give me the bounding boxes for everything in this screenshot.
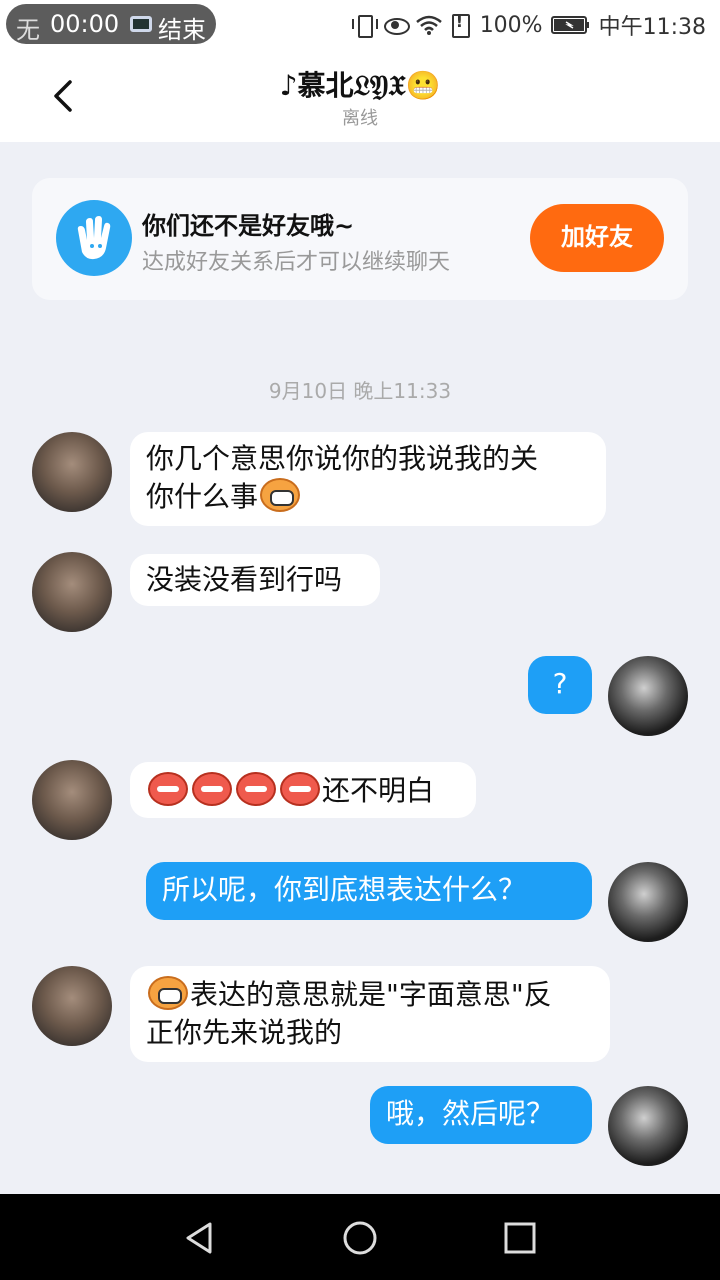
contact-status: 离线 xyxy=(342,108,378,129)
message-line: 你什么事 xyxy=(146,478,590,516)
vibrate-icon xyxy=(351,14,378,38)
system-nav-bar xyxy=(0,1194,720,1280)
message-bubble[interactable]: 你几个意思你说你的我说我的关 你什么事 xyxy=(130,432,606,526)
message-bubble[interactable]: 还不明白 xyxy=(130,762,476,818)
my-avatar[interactable] xyxy=(608,862,688,942)
message-text: 没装没看到行吗 xyxy=(146,563,343,596)
recorder-ghost-text: 无 xyxy=(16,16,40,44)
message-text: 所以呢，你到底想表达什么？ xyxy=(162,873,527,906)
battery-percent: 100% xyxy=(479,12,543,38)
recorder-end-button[interactable]: 结束 xyxy=(158,10,206,45)
recorder-stop-icon[interactable] xyxy=(130,16,152,32)
angry-emoji-icon xyxy=(148,772,188,806)
message-line: 表达的意思就是"字面意思"反 xyxy=(146,976,594,1014)
message-text: ? xyxy=(552,667,568,700)
contact-avatar[interactable] xyxy=(32,432,112,512)
circle-home-icon[interactable] xyxy=(340,1218,380,1258)
angry-emoji-icon xyxy=(192,772,232,806)
contact-avatar[interactable] xyxy=(32,966,112,1046)
angry-emoji-icon xyxy=(280,772,320,806)
square-recent-icon[interactable] xyxy=(500,1218,540,1258)
card-subtitle: 达成好友关系后才可以继续聊天 xyxy=(142,250,451,275)
message-text: 还不明白 xyxy=(322,774,435,807)
chat-timestamp: 9月10日 晚上11:33 xyxy=(268,379,452,403)
status-icons: 100% 中午11:38 xyxy=(351,8,706,42)
clock: 中午11:38 xyxy=(598,15,706,40)
wifi-icon xyxy=(415,14,442,36)
chat-header: ♪慕北𝔏𝔜𝔛😬 离线 xyxy=(0,50,720,142)
contact-name[interactable]: ♪慕北𝔏𝔜𝔛😬 xyxy=(0,64,720,104)
message-text: 你什么事 xyxy=(146,480,259,513)
battery-icon xyxy=(550,14,591,36)
contact-avatar[interactable] xyxy=(32,760,112,840)
angry-emoji-icon xyxy=(236,772,276,806)
triangle-back-icon[interactable] xyxy=(180,1218,220,1258)
waving-hand-icon xyxy=(56,200,132,276)
recorder-timer: 00:00 xyxy=(50,10,120,38)
my-avatar[interactable] xyxy=(608,1086,688,1166)
message-text: 正你先来说我的 xyxy=(146,1016,343,1049)
message-bubble[interactable]: 没装没看到行吗 xyxy=(130,554,380,606)
screen-recorder-pill[interactable]: 无 00:00 结束 xyxy=(6,4,216,44)
laughing-emoji-icon xyxy=(260,478,301,512)
message-bubble[interactable]: 表达的意思就是"字面意思"反 正你先来说我的 xyxy=(130,966,610,1062)
add-friend-button[interactable]: 加好友 xyxy=(530,204,664,272)
eye-comfort-icon xyxy=(383,14,410,36)
my-message-bubble[interactable]: ? xyxy=(528,656,592,714)
message-text: 表达的意思就是"字面意思"反 xyxy=(190,978,552,1011)
message-text: 你几个意思你说你的我说我的关 xyxy=(146,442,539,475)
my-message-bubble[interactable]: 哦，然后呢？ xyxy=(370,1086,592,1144)
sim-alert-icon xyxy=(448,12,472,38)
card-title: 你们还不是好友哦~ xyxy=(142,212,355,240)
laughing-emoji-icon xyxy=(148,976,188,1010)
message-text: 哦，然后呢？ xyxy=(386,1097,555,1130)
my-avatar[interactable] xyxy=(608,656,688,736)
not-friends-card: 你们还不是好友哦~ 达成好友关系后才可以继续聊天 加好友 xyxy=(32,178,688,300)
my-message-bubble[interactable]: 所以呢，你到底想表达什么？ xyxy=(146,862,592,920)
contact-avatar[interactable] xyxy=(32,552,112,632)
status-bar: 无 00:00 结束 100% 中午11:38 xyxy=(0,0,720,50)
